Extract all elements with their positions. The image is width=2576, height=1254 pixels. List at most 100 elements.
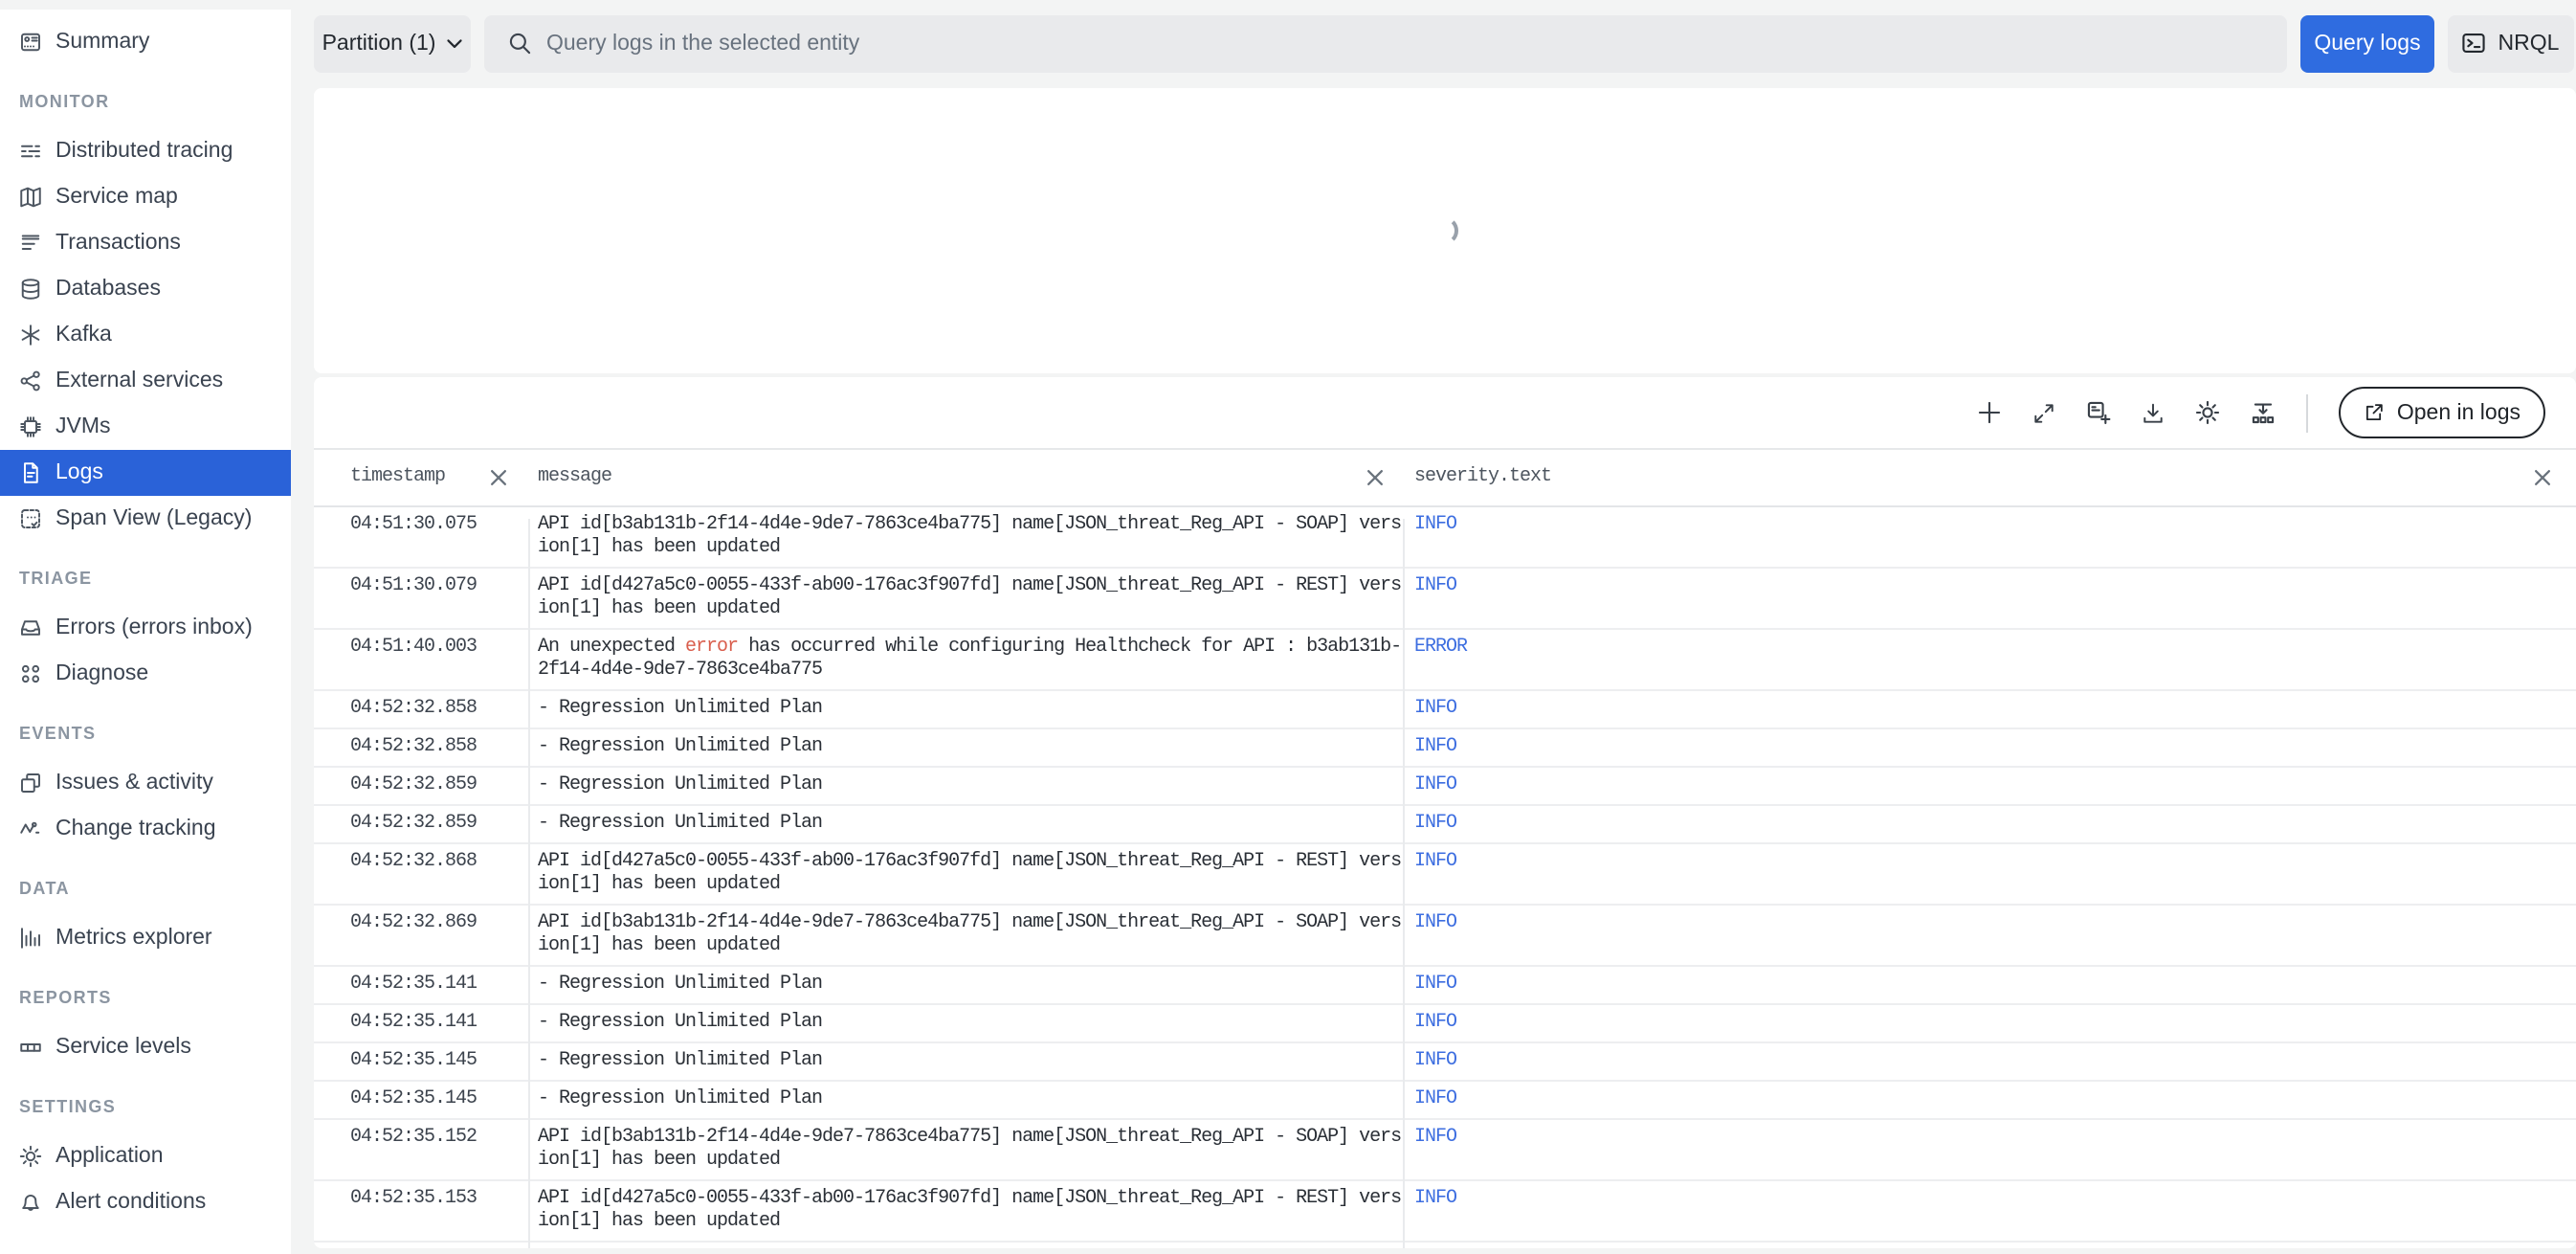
log-timestamp: 04:52:32.859 [314, 806, 528, 842]
sidebar-item-label: JVMs [56, 415, 111, 438]
nrql-button[interactable]: NRQL [2447, 14, 2574, 73]
log-row[interactable]: 04:51:40.003An unexpected error has occu… [314, 630, 2576, 691]
column-header-timestamp: timestamp [314, 466, 528, 489]
close-column-message-button[interactable] [1366, 469, 1384, 486]
search-input[interactable] [546, 14, 2287, 73]
sidebar-section-triage: TRIAGE [0, 555, 291, 601]
sidebar-item-transactions[interactable]: Transactions [0, 220, 291, 266]
sidebar-item-distributed-tracing[interactable]: Distributed tracing [0, 128, 291, 174]
log-severity: INFO [1403, 768, 2576, 804]
sidebar-item-external-services[interactable]: External services [0, 358, 291, 404]
jvms-icon [19, 415, 42, 438]
sidebar: SummaryMONITORDistributed tracingService… [0, 10, 291, 1254]
sidebar-item-diagnose[interactable]: Diagnose [0, 651, 291, 697]
search-icon [506, 32, 531, 56]
sidebar-item-kafka[interactable]: Kafka [0, 312, 291, 358]
log-row[interactable]: 04:52:32.859- Regression Unlimited PlanI… [314, 806, 2576, 844]
query-search-box [483, 14, 2287, 73]
log-row[interactable]: 04:52:32.858- Regression Unlimited PlanI… [314, 729, 2576, 768]
sidebar-item-label: Metrics explorer [56, 927, 212, 950]
sidebar-item-issues-activity[interactable]: Issues & activity [0, 760, 291, 806]
log-row[interactable]: 04:52:35.141- Regression Unlimited PlanI… [314, 1005, 2576, 1043]
log-row[interactable]: 04:52:35.141- Regression Unlimited PlanI… [314, 967, 2576, 1005]
sidebar-section-reports: REPORTS [0, 974, 291, 1020]
close-column-severity-button[interactable] [2534, 469, 2551, 486]
span-view-icon [19, 507, 42, 530]
log-timestamp: 04:52:32.859 [314, 768, 528, 804]
sidebar-item-label: Diagnose [56, 662, 148, 685]
log-row[interactable]: 04:52:32.859- Regression Unlimited PlanI… [314, 768, 2576, 806]
partition-dropdown[interactable]: Partition (1) [314, 14, 471, 73]
sidebar-item-label: Errors (errors inbox) [56, 616, 253, 639]
log-message: - Regression Unlimited Plan [528, 1005, 1403, 1041]
columns-button[interactable] [2252, 400, 2276, 425]
open-in-logs-label: Open in logs [2397, 401, 2520, 424]
log-severity: INFO [1403, 729, 2576, 766]
log-severity: INFO [1403, 569, 2576, 628]
sidebar-item-label: Service map [56, 186, 178, 209]
expand-button[interactable] [2033, 401, 2056, 424]
sidebar-item-label: Span View (Legacy) [56, 507, 252, 530]
log-timestamp: 04:52:35.145 [314, 1082, 528, 1118]
log-row[interactable]: 04:52:35.152API id[b3ab131b-2f14-4d4e-9d… [314, 1120, 2576, 1181]
columns-icon [2252, 400, 2276, 425]
sidebar-item-summary[interactable]: Summary [0, 19, 291, 65]
log-row[interactable]: 04:52:32.868API id[d427a5c0-0055-433f-ab… [314, 844, 2576, 906]
add-to-dashboard-button[interactable] [2087, 400, 2112, 425]
sidebar-item-span-view-legacy[interactable]: Span View (Legacy) [0, 496, 291, 542]
sidebar-item-service-map[interactable]: Service map [0, 174, 291, 220]
log-row[interactable]: 04:51:30.075API id[b3ab131b-2f14-4d4e-9d… [314, 507, 2576, 569]
log-message: API id[b3ab131b-2f14-4d4e-9de7-7863ce4ba… [528, 1120, 1403, 1179]
log-timestamp: 04:52:35.153 [314, 1181, 528, 1241]
download-button[interactable] [2143, 401, 2165, 424]
alert-conditions-icon [19, 1191, 42, 1214]
log-row[interactable]: 04:51:30.079API id[d427a5c0-0055-433f-ab… [314, 569, 2576, 630]
log-message: An unexpected error has occurred while c… [528, 630, 1403, 689]
log-severity: INFO [1403, 967, 2576, 1003]
sidebar-item-alert-conditions[interactable]: Alert conditions [0, 1179, 291, 1225]
sidebar-item-jvms[interactable]: JVMs [0, 404, 291, 450]
log-row[interactable]: 04:52:32.869API id[b3ab131b-2f14-4d4e-9d… [314, 906, 2576, 967]
loading-spinner [1431, 216, 1459, 245]
sidebar-item-application[interactable]: Application [0, 1133, 291, 1179]
add-button[interactable] [1978, 400, 2003, 425]
kafka-icon [19, 324, 42, 347]
close-column-timestamp-button[interactable] [490, 469, 507, 486]
log-timestamp: 04:52:35.141 [314, 1005, 528, 1041]
column-divider [528, 519, 530, 1248]
open-in-logs-button[interactable]: Open in logs [2340, 387, 2545, 438]
log-message: API id[b3ab131b-2f14-4d4e-9de7-7863ce4ba… [528, 507, 1403, 567]
sidebar-item-logs[interactable]: Logs [0, 450, 291, 496]
app-root: SummaryMONITORDistributed tracingService… [0, 0, 2576, 1254]
partition-label: Partition (1) [322, 33, 436, 56]
log-row[interactable]: 04:52:35.153API id[d427a5c0-0055-433f-ab… [314, 1181, 2576, 1243]
query-logs-button[interactable]: Query logs [2300, 14, 2434, 73]
sidebar-item-metrics-explorer[interactable]: Metrics explorer [0, 915, 291, 961]
log-message: API id[d427a5c0-0055-433f-ab00-176ac3f90… [528, 844, 1403, 904]
sidebar-item-label: Summary [56, 31, 149, 54]
application-icon [19, 1145, 42, 1168]
log-timestamp: 04:51:30.075 [314, 507, 528, 567]
column-header-message: message [528, 466, 1403, 489]
sidebar-item-label: Kafka [56, 324, 112, 347]
settings-gear-button[interactable] [2196, 400, 2221, 425]
sidebar-item-label: Distributed tracing [56, 140, 233, 163]
log-timestamp: 04:51:30.079 [314, 569, 528, 628]
sidebar-item-label: External services [56, 369, 223, 392]
log-message: - Regression Unlimited Plan [528, 768, 1403, 804]
log-row[interactable]: 04:52:35.145- Regression Unlimited PlanI… [314, 1043, 2576, 1082]
log-message: - Regression Unlimited Plan [528, 967, 1403, 1003]
sidebar-item-change-tracking[interactable]: Change tracking [0, 806, 291, 852]
log-row[interactable]: 05:17:13.961Obtained new file /usr/local… [314, 1243, 2576, 1248]
log-timestamp: 04:52:32.858 [314, 729, 528, 766]
sidebar-item-errors-errors-inbox[interactable]: Errors (errors inbox) [0, 605, 291, 651]
sidebar-item-databases[interactable]: Databases [0, 266, 291, 312]
change-tracking-icon [19, 817, 42, 840]
sidebar-section-events: EVENTS [0, 710, 291, 756]
log-message: - Regression Unlimited Plan [528, 691, 1403, 728]
distributed-tracing-icon [19, 140, 42, 163]
sidebar-item-service-levels[interactable]: Service levels [0, 1024, 291, 1070]
terminal-icon [2462, 32, 2487, 56]
log-row[interactable]: 04:52:35.145- Regression Unlimited PlanI… [314, 1082, 2576, 1120]
log-row[interactable]: 04:52:32.858- Regression Unlimited PlanI… [314, 691, 2576, 729]
